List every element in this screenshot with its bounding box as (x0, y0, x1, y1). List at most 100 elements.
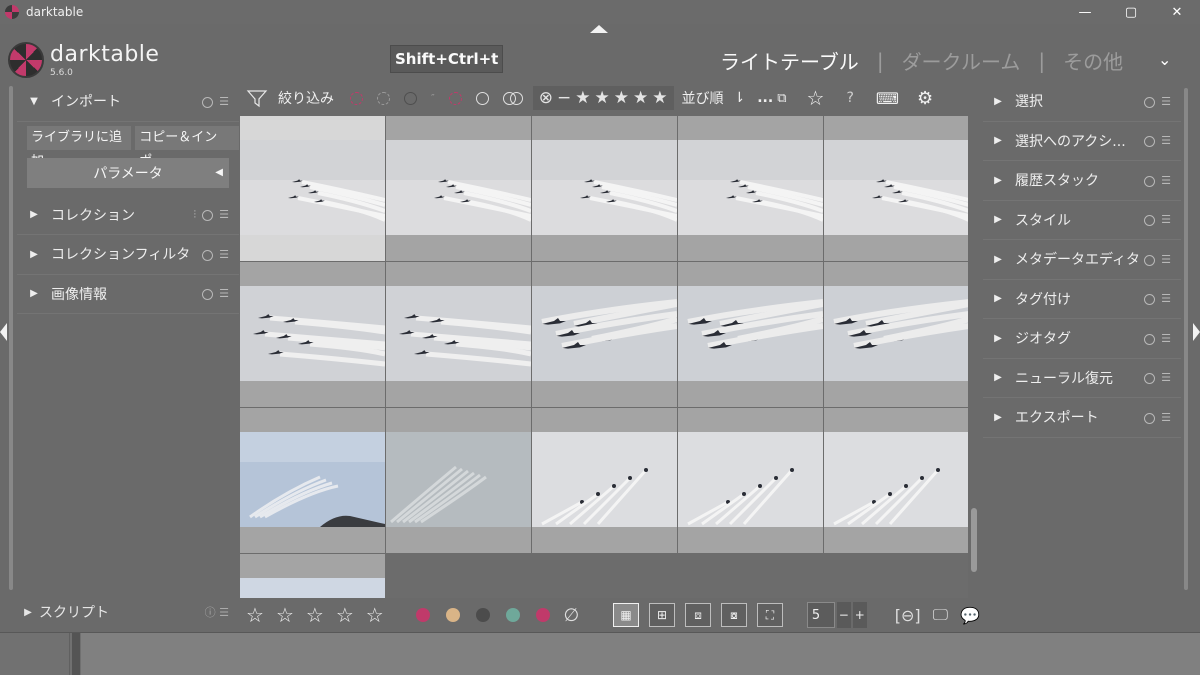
module-collection[interactable]: ▶ コレクション ⫶ ☰ (17, 196, 239, 235)
right-module-8[interactable]: ▶ エクスポート ☰ (983, 398, 1181, 438)
thumbnail-cell[interactable] (532, 262, 677, 407)
copy-and-import-button[interactable]: コピー＆インポ... (135, 125, 239, 169)
thumbnail-cell[interactable] (386, 262, 531, 407)
more-options-button[interactable]: ... (757, 90, 773, 106)
keyboard-shortcuts-icon[interactable]: ⌨ (876, 89, 899, 108)
right-panel-scrollbar[interactable] (1184, 88, 1188, 590)
rate-star-icon[interactable]: ☆ (330, 603, 360, 627)
thumbnail-cell[interactable] (386, 116, 531, 261)
reset-icon[interactable] (1144, 175, 1156, 187)
reset-icon[interactable] (1144, 412, 1156, 424)
thumbnail-cell[interactable] (240, 554, 385, 598)
right-module-1[interactable]: ▶ 選択へのアクシ... ☰ (983, 122, 1181, 161)
sort-order-icon[interactable]: ⇂ (734, 90, 746, 106)
thumbnails-per-row-input[interactable]: 5 (806, 602, 835, 628)
thumbnail-image[interactable] (532, 286, 677, 381)
filmstrip-divider[interactable] (72, 633, 80, 675)
thumbnail-cell[interactable] (678, 262, 823, 407)
presets-menu-icon[interactable]: ☰ (1161, 134, 1171, 147)
display-profile-icon[interactable]: 🖵 (933, 605, 948, 625)
thumbnail-cell[interactable] (532, 116, 677, 261)
thumbnail-image[interactable] (386, 432, 531, 527)
thumbnail-cell[interactable] (532, 408, 677, 553)
decrease-button[interactable]: − (836, 602, 851, 628)
thumbnail-image[interactable] (386, 140, 531, 235)
thumbnail-cell[interactable] (386, 408, 531, 553)
module-scripts[interactable]: ▶ スクリプト ⓘ ☰ (17, 598, 239, 626)
culling-dynamic-icon[interactable]: ⧇ (720, 603, 747, 627)
color-label-blue-button[interactable] (505, 608, 520, 622)
thumbnail-image[interactable] (386, 286, 531, 381)
reset-icon[interactable] (1144, 96, 1156, 108)
rate-star-icon[interactable]: ☆ (360, 603, 390, 627)
rating-star-icon[interactable]: ★ (614, 88, 629, 108)
thumbnail-cell[interactable] (678, 408, 823, 553)
presets-menu-icon[interactable]: ☰ (219, 95, 229, 108)
reset-icon[interactable] (202, 209, 214, 221)
reset-icon[interactable] (1144, 215, 1156, 227)
presets-menu-icon[interactable]: ☰ (1161, 332, 1171, 345)
reset-icon[interactable] (202, 249, 214, 261)
thumbnail-cell[interactable] (240, 408, 385, 553)
focus-peaking-icon[interactable]: [⊖] (895, 606, 921, 625)
zoomable-layout-icon[interactable]: ⊞ (649, 603, 676, 627)
view-lighttable[interactable]: ライトテーブル (720, 46, 859, 75)
color-label-yellow-button[interactable] (445, 608, 460, 622)
color-label-filter-icon[interactable] (350, 91, 363, 105)
clear-color-labels-icon[interactable]: ∅ (564, 605, 580, 626)
thumbnail-image[interactable] (240, 286, 385, 381)
thumbnail-cell[interactable] (824, 408, 968, 553)
presets-menu-icon[interactable]: ☰ (1161, 253, 1171, 266)
text-filter-icon[interactable]: ″ (431, 93, 435, 104)
overlays-icon[interactable]: 💬 (960, 606, 980, 625)
module-image-information[interactable]: ▶ 画像情報 ☰ (17, 275, 239, 314)
grouping-icon[interactable]: ⧉ (777, 91, 786, 106)
filmstrip-area[interactable] (81, 633, 1200, 675)
color-label-filter-icon[interactable] (475, 91, 489, 105)
add-to-library-button[interactable]: ライブラリに追加 (27, 125, 132, 169)
thumbnail-image[interactable] (824, 286, 968, 381)
thumbnail-cell[interactable] (240, 262, 385, 407)
settings-gear-icon[interactable]: ⚙ (917, 88, 933, 109)
view-other[interactable]: その他 (1063, 46, 1123, 75)
minus-icon[interactable]: − (557, 88, 571, 108)
filter-funnel-icon[interactable] (246, 88, 268, 108)
rating-star-icon[interactable]: ★ (633, 88, 648, 108)
thumbnail-image[interactable] (824, 140, 968, 235)
rating-filter[interactable]: ⊗ − ★ ★ ★ ★ ★ (532, 86, 674, 110)
reset-icon[interactable] (1144, 254, 1156, 266)
view-darkroom[interactable]: ダークルーム (902, 46, 1021, 75)
color-label-filter-icon[interactable] (377, 91, 390, 105)
thumbnail-image[interactable] (678, 140, 823, 235)
close-button[interactable]: ✕ (1154, 0, 1200, 24)
thumbnail-cell[interactable] (824, 116, 968, 261)
sort-icon[interactable]: ⫶ (193, 208, 196, 222)
thumbnail-image[interactable] (678, 286, 823, 381)
collapse-right-panel-arrow-icon[interactable] (1193, 323, 1200, 341)
color-mode-toggle-icon[interactable] (502, 91, 523, 105)
presets-menu-icon[interactable]: ☰ (1161, 371, 1171, 384)
reset-icon[interactable] (1144, 136, 1156, 148)
reset-icon[interactable]: ⓘ (205, 606, 216, 619)
chevron-down-icon[interactable]: ⌄ (1158, 50, 1171, 69)
right-module-4[interactable]: ▶ メタデータエディタ ☰ (983, 240, 1181, 280)
thumbnail-image[interactable] (240, 432, 385, 527)
import-parameters-button[interactable]: パラメータ ◀ (27, 157, 229, 188)
presets-menu-icon[interactable]: ☰ (1161, 213, 1171, 226)
increase-button[interactable]: + (852, 602, 867, 628)
presets-menu-icon[interactable]: ☰ (1161, 95, 1171, 108)
rate-star-icon[interactable]: ☆ (270, 603, 300, 627)
reset-icon[interactable] (1144, 294, 1156, 306)
right-module-7[interactable]: ▶ ニューラル復元 ☰ (983, 359, 1181, 398)
minimize-button[interactable]: — (1062, 0, 1108, 24)
presets-menu-icon[interactable]: ☰ (219, 287, 229, 300)
presets-menu-icon[interactable]: ☰ (1161, 411, 1171, 424)
color-label-filter-icon[interactable] (404, 91, 417, 105)
module-collection-filters[interactable]: ▶ コレクションフィルタ ☰ (17, 235, 239, 275)
right-module-5[interactable]: ▶ タグ付け ☰ (983, 280, 1181, 319)
color-label-filter-icon[interactable] (448, 91, 462, 105)
left-panel-scrollbar[interactable] (9, 86, 13, 590)
presets-menu-icon[interactable]: ☰ (1161, 292, 1171, 305)
thumbnail-cell[interactable] (824, 262, 968, 407)
rating-star-icon[interactable]: ★ (652, 88, 667, 108)
